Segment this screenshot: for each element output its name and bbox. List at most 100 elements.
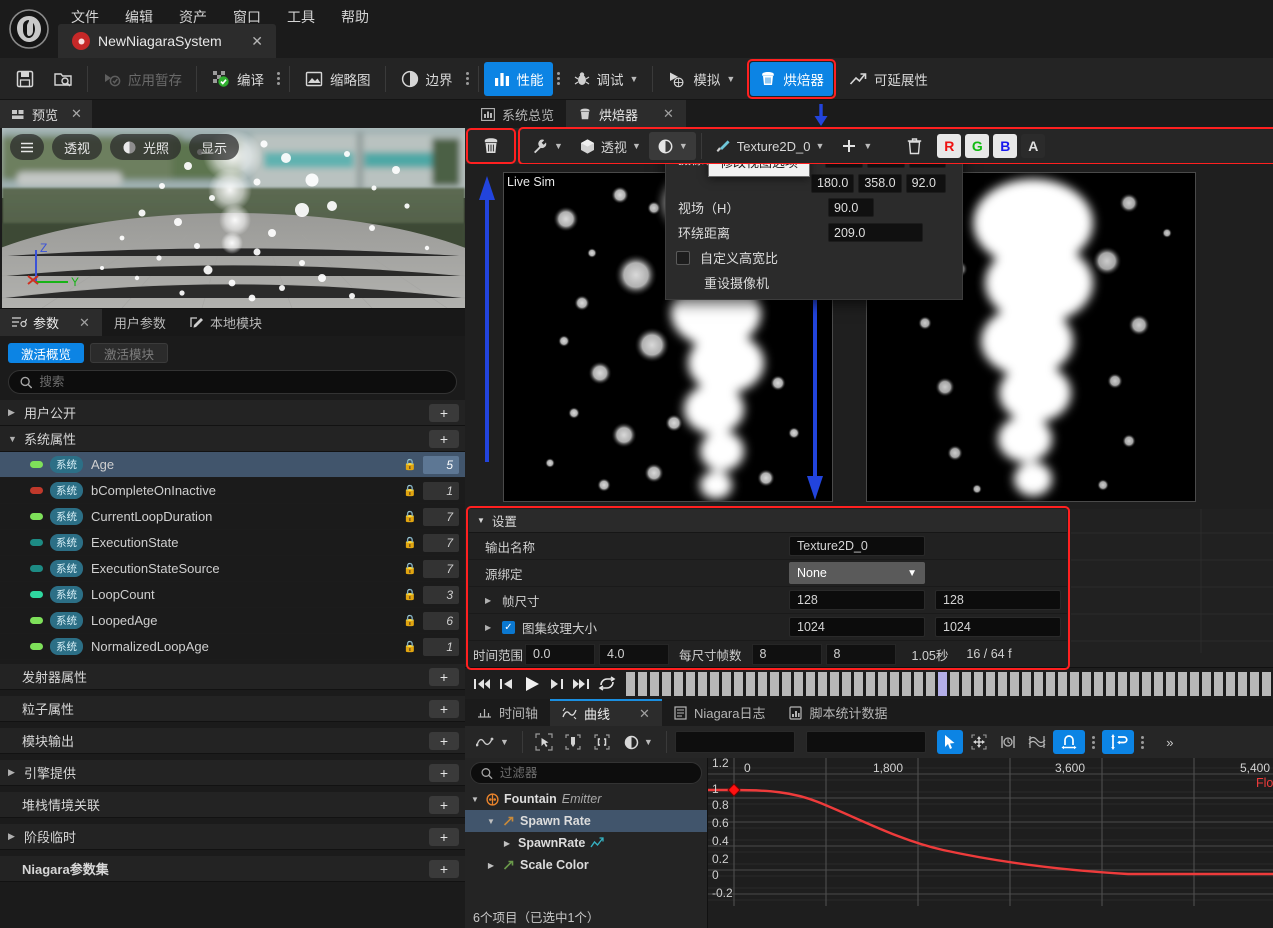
baker-texture-select[interactable]: Texture2D_0 ▼	[707, 132, 833, 160]
list-item[interactable]: ▼ Spawn Rate	[465, 810, 707, 832]
curve-type-button[interactable]: ▼	[471, 730, 514, 754]
reset-camera-row[interactable]: 重设摄像机	[666, 270, 962, 295]
viewport-view-mode-button[interactable]: 透视	[52, 134, 103, 160]
category-stage-transient[interactable]: ▶ 阶段临时 +	[0, 824, 465, 850]
frames-x-input[interactable]: 8	[751, 643, 822, 665]
category-stack-context[interactable]: 堆栈情境关联 +	[0, 792, 465, 818]
rotation-x-field[interactable]: 0.0	[825, 164, 863, 168]
move-tool-button[interactable]	[966, 730, 992, 754]
viewport-menu-button[interactable]	[10, 134, 44, 160]
location-y-field[interactable]: 358.0	[858, 173, 902, 193]
parameters-search-input[interactable]	[39, 375, 445, 389]
atlas-size-x-input[interactable]: 1024	[789, 617, 925, 637]
expand-triangle-icon[interactable]: ▶	[485, 861, 497, 870]
expand-triangle-icon[interactable]: ▶	[485, 596, 495, 605]
table-row[interactable]: 系统 LoopCount 🔒 3	[0, 582, 465, 608]
bounds-options-kebab[interactable]	[462, 72, 473, 85]
preview-viewport[interactable]: 透视 光照 显示 Z Y	[2, 128, 465, 308]
param-value[interactable]: 6	[423, 611, 459, 630]
collapse-triangle-icon[interactable]: ▼	[485, 817, 497, 826]
custom-aspect-ratio-checkbox[interactable]	[676, 250, 690, 265]
table-row[interactable]: 系统 Age 🔒 5	[0, 452, 465, 478]
source-binding-select[interactable]: None ▼	[789, 562, 925, 584]
table-row[interactable]: 系统 CurrentLoopDuration 🔒 7	[0, 504, 465, 530]
expand-triangle-icon[interactable]: ▶	[501, 839, 513, 848]
select-box-button[interactable]	[531, 730, 557, 754]
table-row[interactable]: 系统 NormalizedLoopAge 🔒 1	[0, 634, 465, 660]
table-row[interactable]: 系统 LoopedAge 🔒 6	[0, 608, 465, 634]
menu-tools[interactable]: 工具	[274, 3, 328, 31]
frames-y-input[interactable]: 8	[825, 643, 896, 665]
param-value[interactable]: 1	[423, 481, 459, 500]
list-item[interactable]: ▶ Scale Color	[465, 854, 707, 876]
filter-active-overview[interactable]: 激活概览	[8, 343, 85, 363]
frame-size-x-input[interactable]: 128	[789, 590, 925, 610]
tangent-button[interactable]	[560, 730, 586, 754]
category-niagara-parameter-collection[interactable]: Niagara参数集 +	[0, 856, 465, 882]
table-row[interactable]: 系统 ExecutionState 🔒 7	[0, 530, 465, 556]
location-z-field[interactable]: 92.0	[905, 173, 946, 193]
atlas-texture-size-checkbox[interactable]: ✓	[502, 620, 515, 634]
category-user-exposed[interactable]: ▶ 用户公开 +	[0, 400, 465, 426]
toolbar-overflow-button[interactable]: »	[1157, 730, 1183, 754]
param-value[interactable]: 1	[423, 637, 459, 656]
parameters-search[interactable]	[8, 370, 457, 394]
param-value[interactable]: 7	[423, 507, 459, 526]
performance-options-kebab[interactable]	[553, 72, 564, 85]
orbit-distance-field[interactable]: 209.0	[828, 223, 923, 242]
tab-curves-close-icon[interactable]: ✕	[639, 706, 650, 722]
add-parameter-collection-button[interactable]: +	[429, 859, 459, 878]
curve-filter[interactable]	[470, 762, 702, 784]
bake-button[interactable]	[469, 131, 513, 161]
param-value[interactable]: 7	[423, 533, 459, 552]
channel-toggle-b[interactable]: B	[993, 134, 1018, 158]
expand-triangle-icon[interactable]: ▶	[485, 623, 495, 632]
baker-view-mode-button[interactable]: 透视 ▼	[571, 132, 649, 160]
baker-add-output-button[interactable]: ▼	[832, 132, 880, 160]
curve-filter-input[interactable]	[499, 766, 691, 780]
compile-options-kebab[interactable]	[273, 72, 284, 85]
custom-aspect-ratio-row[interactable]: 自定义高宽比	[666, 245, 962, 270]
snap-time-options-kebab[interactable]	[1088, 735, 1099, 749]
time-range-end-input[interactable]: 4.0	[599, 643, 670, 665]
table-row[interactable]: 系统 ExecutionStateSource 🔒 7	[0, 556, 465, 582]
step-forward-button[interactable]	[546, 673, 568, 695]
browse-button[interactable]	[44, 62, 82, 96]
tab-preview-close-icon[interactable]: ✕	[71, 106, 82, 122]
add-stack-context-button[interactable]: +	[429, 795, 459, 814]
add-engine-provided-button[interactable]: +	[429, 763, 459, 782]
add-system-attribute-button[interactable]: +	[429, 429, 459, 448]
param-value[interactable]: 7	[423, 559, 459, 578]
frame-button[interactable]	[589, 730, 615, 754]
add-stage-transient-button[interactable]: +	[429, 827, 459, 846]
tab-preview[interactable]: 预览 ✕	[0, 100, 92, 128]
atlas-size-y-input[interactable]: 1024	[935, 617, 1061, 637]
jump-to-end-button[interactable]	[571, 673, 593, 695]
thumbnail-button[interactable]: 缩略图	[295, 62, 380, 96]
snap-value-button[interactable]	[1101, 730, 1134, 754]
baker-delete-output-button[interactable]	[898, 132, 931, 160]
param-value[interactable]: 5	[423, 455, 459, 474]
document-tab-close-icon[interactable]: ✕	[248, 33, 266, 50]
add-emitter-attribute-button[interactable]: +	[429, 667, 459, 686]
channel-toggle-g[interactable]: G	[965, 134, 990, 158]
time-range-start-input[interactable]: 0.0	[525, 643, 596, 665]
list-item[interactable]: ▶ SpawnRate Multiply Float	[465, 832, 707, 854]
baker-display-options-button[interactable]: ▼	[648, 132, 696, 160]
curve-visibility-button[interactable]: ▼	[618, 730, 658, 754]
save-button[interactable]	[6, 62, 44, 96]
collapse-triangle-icon[interactable]: ▼	[469, 795, 481, 804]
bounds-button[interactable]: 边界	[391, 62, 462, 96]
tab-baker-close-icon[interactable]: ✕	[663, 106, 674, 122]
output-name-input[interactable]: Texture2D_0	[789, 536, 925, 556]
tab-system-overview[interactable]: 系统总览	[469, 100, 566, 128]
step-back-button[interactable]	[496, 673, 518, 695]
tab-script-stats[interactable]: 脚本统计数据	[777, 699, 899, 726]
orbit-distance-row[interactable]: 环绕距离 209.0	[666, 220, 962, 245]
tab-curves[interactable]: 曲线 ✕	[550, 699, 662, 726]
jump-to-start-button[interactable]	[471, 673, 493, 695]
channel-toggle-a[interactable]: A	[1021, 134, 1046, 158]
channel-toggle-r[interactable]: R	[937, 134, 962, 158]
performance-button[interactable]: 性能	[483, 61, 553, 96]
table-row[interactable]: 系统 bCompleteOnInactive 🔒 1	[0, 478, 465, 504]
